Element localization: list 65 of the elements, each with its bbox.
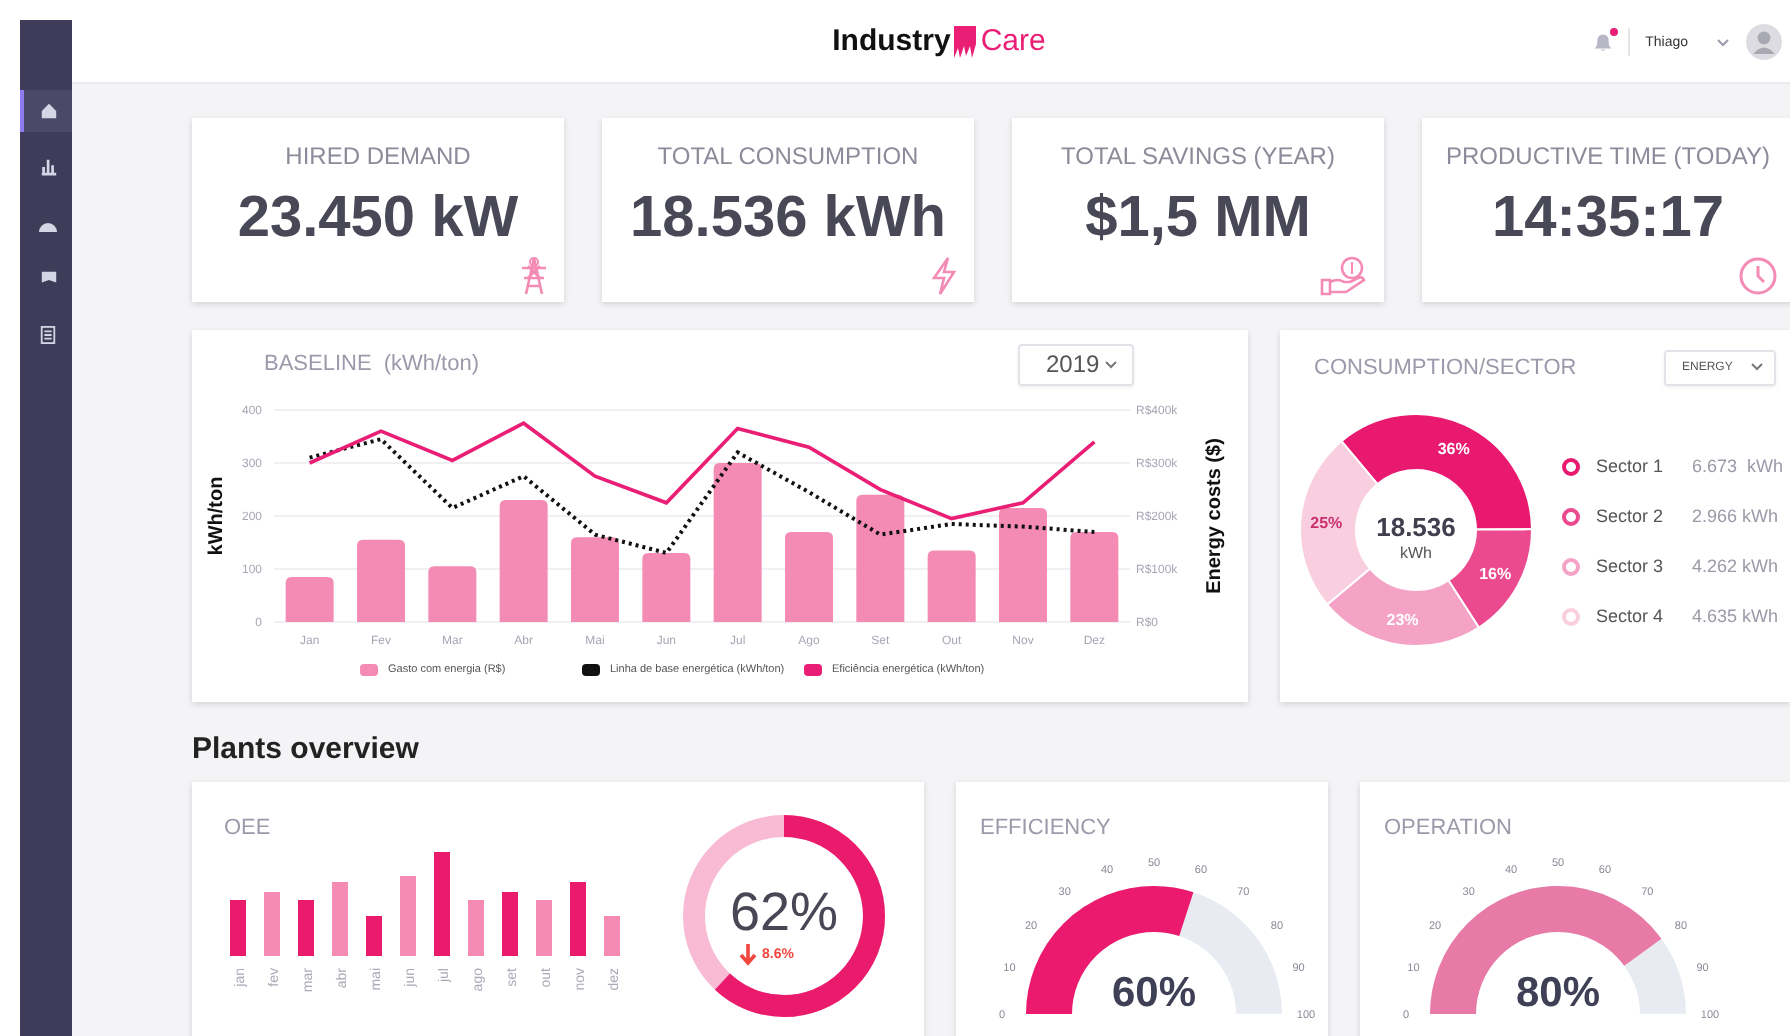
sector-reading: 2.966 kWh bbox=[1692, 506, 1779, 526]
chart-bar bbox=[999, 508, 1047, 622]
legend-swatch bbox=[804, 664, 822, 676]
chevron-down-icon[interactable] bbox=[1716, 37, 1730, 47]
gauge-value: 60% bbox=[1111, 970, 1197, 1016]
card-title: CONSUMPTION/SECTOR bbox=[1314, 355, 1577, 379]
sector-reading: 6.673 kWh bbox=[1692, 456, 1784, 476]
chevron-down-icon bbox=[1104, 359, 1118, 369]
slice-label: 25% bbox=[1310, 514, 1343, 533]
kpi-title: TOTAL SAVINGS (YEAR) bbox=[1061, 142, 1335, 170]
logo-text: Industry bbox=[832, 24, 951, 58]
chart-bar bbox=[642, 553, 691, 622]
kpi-value: 18.536 kWh bbox=[630, 186, 946, 252]
sector-name: Sector 1 bbox=[1596, 456, 1666, 476]
bar-chart-icon bbox=[39, 158, 57, 176]
chart-bar bbox=[499, 500, 548, 622]
chart-bar bbox=[571, 537, 619, 622]
kpi-value: 23.450 kW bbox=[237, 186, 519, 252]
clock-icon bbox=[1738, 256, 1778, 296]
home-icon bbox=[39, 102, 57, 120]
chart-bar bbox=[856, 494, 905, 622]
chart-bar bbox=[285, 576, 334, 622]
flag-icon bbox=[39, 270, 57, 288]
chart-bar bbox=[428, 566, 477, 622]
axis-title: Energy costs ($) bbox=[1204, 438, 1226, 594]
gauge-value: 80% bbox=[1515, 970, 1601, 1016]
chart-unit: (kWh/ton) bbox=[383, 352, 479, 376]
legend-swatch bbox=[582, 664, 600, 676]
lightning-icon bbox=[930, 256, 958, 296]
chart-bar bbox=[357, 539, 405, 622]
donut-total: 18.536 bbox=[1376, 512, 1456, 542]
logo-icon bbox=[954, 25, 977, 57]
card-title: EFFICIENCY bbox=[980, 816, 1111, 840]
kpi-title: HIRED DEMAND bbox=[285, 142, 471, 170]
slice-label: 23% bbox=[1386, 611, 1419, 629]
slice-label: 36% bbox=[1437, 440, 1470, 459]
sector-name: Sector 3 bbox=[1596, 556, 1666, 576]
ring-value: 62% bbox=[729, 882, 839, 942]
kpi-value: $1,5 MM bbox=[1085, 186, 1311, 252]
chart-bar bbox=[1070, 531, 1119, 622]
sector-name: Sector 2 bbox=[1596, 506, 1666, 526]
nav-item[interactable] bbox=[20, 90, 72, 132]
list-icon bbox=[40, 326, 56, 344]
power-tower-icon bbox=[520, 256, 548, 296]
chevron-down-icon bbox=[1750, 362, 1764, 372]
arrow-down-icon bbox=[739, 942, 757, 966]
chart-bar bbox=[927, 550, 976, 622]
chart-title: BASELINE bbox=[264, 352, 372, 376]
card-title: OPERATION bbox=[1384, 816, 1512, 840]
axis-title: kWh/ton bbox=[206, 476, 228, 556]
slice-label: 16% bbox=[1479, 564, 1512, 583]
year-dropdown[interactable]: 2019 bbox=[1018, 343, 1134, 385]
section-title: Plants overview bbox=[192, 730, 421, 770]
hand-coin-icon bbox=[1320, 252, 1368, 296]
sector-reading: 4.262 kWh bbox=[1692, 556, 1779, 576]
sector-reading: 4.635 kWh bbox=[1692, 606, 1779, 626]
sector-name: Sector 4 bbox=[1596, 606, 1666, 626]
legend-swatch bbox=[360, 664, 378, 676]
kpi-title: PRODUCTIVE TIME (TODAY) bbox=[1445, 142, 1770, 170]
chart-bar bbox=[785, 531, 833, 622]
kpi-title: TOTAL CONSUMPTION bbox=[657, 142, 919, 170]
card-title: OEE bbox=[224, 816, 271, 840]
donut-unit: kWh bbox=[1400, 544, 1432, 562]
kpi-value: 14:35:17 bbox=[1491, 186, 1725, 252]
logo-text: Care bbox=[980, 24, 1046, 58]
